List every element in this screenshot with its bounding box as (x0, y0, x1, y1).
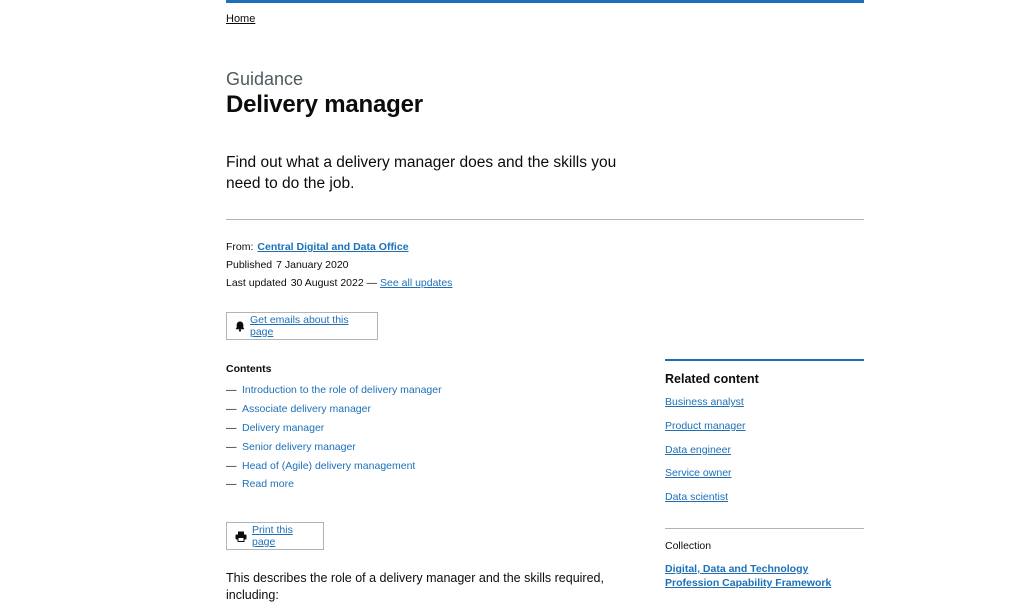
see-all-updates-link[interactable]: See all updates (380, 277, 452, 289)
body-intro: This describes the role of a delivery ma… (226, 571, 604, 602)
contents-link[interactable]: Head of (Agile) delivery management (242, 460, 415, 472)
header-divider (226, 219, 864, 220)
meta-org-link[interactable]: Central Digital and Data Office (257, 241, 408, 253)
contents-dash: — (226, 459, 237, 472)
contents-dash: — (226, 421, 237, 434)
related-link[interactable]: Product manager (665, 420, 746, 432)
contents-dash: — (226, 384, 237, 397)
sidebar-accent-rule (665, 359, 864, 361)
print-button[interactable]: Print this page (226, 522, 324, 550)
related-link[interactable]: Data scientist (665, 491, 728, 503)
related-link[interactable]: Service owner (665, 467, 732, 479)
meta-updated-label: Last updated (226, 277, 287, 289)
contents-dash: — (226, 440, 237, 453)
page-title: Delivery manager (226, 91, 423, 118)
related-item: Service owner (665, 467, 746, 491)
email-signup-label: Get emails about this page (250, 314, 349, 338)
printer-icon (235, 531, 247, 542)
bell-icon (235, 321, 245, 332)
collection-heading: Collection (665, 540, 712, 552)
contents-link[interactable]: Delivery manager (242, 422, 324, 434)
contents-list: — Introduction to the role of delivery ma… (226, 381, 442, 494)
meta-published-date: 7 January 2020 (276, 259, 349, 271)
related-item: Product manager (665, 420, 746, 444)
related-link[interactable]: Business analyst (665, 396, 744, 408)
contents-item: — Introduction to the role of delivery ma… (226, 381, 442, 400)
header-accent-bar (226, 0, 864, 3)
collection-link[interactable]: Digital, Data and Technology Profession … (665, 562, 864, 590)
contents-item: — Delivery manager (226, 419, 442, 438)
breadcrumb-home-link[interactable]: Home (226, 13, 255, 25)
contents-item: — Senior delivery manager (226, 437, 442, 456)
contents-item: — Head of (Agile) delivery management (226, 456, 442, 475)
meta-from-label: From: (226, 241, 254, 253)
related-content-list: Business analyst Product manager Data en… (665, 396, 746, 515)
contents-item: — Associate delivery manager (226, 400, 442, 419)
contents-dash: — (226, 403, 237, 416)
sidebar-divider (665, 528, 864, 529)
meta-updated: Last updated 30 August 2022 — See all upd… (226, 277, 452, 289)
contents-link[interactable]: Introduction to the role of delivery man… (242, 384, 442, 396)
related-item: Business analyst (665, 396, 746, 420)
contents-link[interactable]: Read more (242, 478, 294, 490)
email-signup-button[interactable]: Get emails about this page (226, 312, 378, 340)
contents-link[interactable]: Associate delivery manager (242, 403, 371, 415)
meta-updated-date: 30 August 2022 — (290, 277, 378, 289)
print-label: Print this page (252, 524, 293, 548)
contents-heading: Contents (226, 363, 272, 375)
contents-item: — Read more (226, 475, 442, 494)
related-link[interactable]: Data engineer (665, 444, 731, 456)
meta-published: Published 7 January 2020 (226, 259, 349, 271)
page-lead: Find out what a delivery manager does an… (226, 154, 617, 192)
related-item: Data scientist (665, 491, 746, 515)
contents-link[interactable]: Senior delivery manager (242, 441, 356, 453)
contents-dash: — (226, 478, 237, 491)
related-content-heading: Related content (665, 372, 759, 386)
meta-published-label: Published (226, 259, 273, 271)
related-item: Data engineer (665, 444, 746, 468)
breadcrumb: Home (226, 13, 255, 25)
page-caption: Guidance (226, 69, 304, 89)
meta-from: From: Central Digital and Data Office (226, 241, 409, 253)
